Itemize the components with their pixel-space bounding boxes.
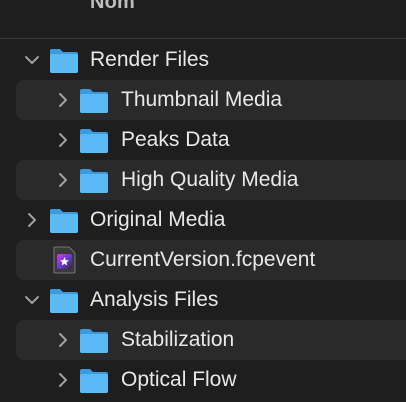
fcpevent-file-icon bbox=[53, 246, 76, 274]
list-item-original-media[interactable]: Original Media bbox=[0, 200, 406, 240]
item-label: CurrentVersion.fcpevent bbox=[90, 248, 316, 271]
folder-icon bbox=[50, 289, 78, 313]
chevron-right-icon[interactable] bbox=[53, 330, 73, 350]
item-label: Thumbnail Media bbox=[121, 88, 283, 111]
file-list: Render Files Thumbnail Media Peaks Data bbox=[0, 40, 406, 400]
item-label: Original Media bbox=[90, 208, 226, 231]
folder-icon bbox=[80, 89, 108, 113]
list-item-optical-flow[interactable]: Optical Flow bbox=[0, 360, 406, 400]
list-item-thumbnail-media[interactable]: Thumbnail Media bbox=[0, 80, 406, 120]
folder-icon bbox=[80, 329, 108, 353]
chevron-right-icon[interactable] bbox=[53, 370, 73, 390]
list-item-stabilization[interactable]: Stabilization bbox=[0, 320, 406, 360]
item-label: Render Files bbox=[90, 48, 210, 71]
list-item-high-quality-media[interactable]: High Quality Media bbox=[0, 160, 406, 200]
folder-icon bbox=[80, 129, 108, 153]
folder-icon bbox=[80, 169, 108, 193]
folder-icon bbox=[50, 209, 78, 233]
item-label: Stabilization bbox=[121, 328, 235, 351]
item-label: High Quality Media bbox=[121, 168, 299, 191]
item-label: Optical Flow bbox=[121, 368, 237, 391]
chevron-down-icon[interactable] bbox=[22, 290, 42, 310]
name-column-header[interactable]: Nom bbox=[90, 0, 135, 14]
list-item-currentversion-fcpevent[interactable]: CurrentVersion.fcpevent bbox=[0, 240, 406, 280]
folder-icon bbox=[50, 49, 78, 73]
column-header[interactable]: Nom bbox=[0, 0, 406, 39]
chevron-right-icon[interactable] bbox=[22, 210, 42, 230]
chevron-right-icon[interactable] bbox=[53, 170, 73, 190]
finder-list-view: Nom Render Files Thumbnail Media Peaks D… bbox=[0, 0, 406, 402]
list-item-peaks-data[interactable]: Peaks Data bbox=[0, 120, 406, 160]
chevron-right-icon[interactable] bbox=[53, 130, 73, 150]
folder-icon bbox=[80, 369, 108, 393]
chevron-right-icon[interactable] bbox=[53, 90, 73, 110]
item-label: Peaks Data bbox=[121, 128, 230, 151]
chevron-down-icon[interactable] bbox=[22, 50, 42, 70]
item-label: Analysis Files bbox=[90, 288, 219, 311]
list-item-analysis-files[interactable]: Analysis Files bbox=[0, 280, 406, 320]
list-item-render-files[interactable]: Render Files bbox=[0, 40, 406, 80]
